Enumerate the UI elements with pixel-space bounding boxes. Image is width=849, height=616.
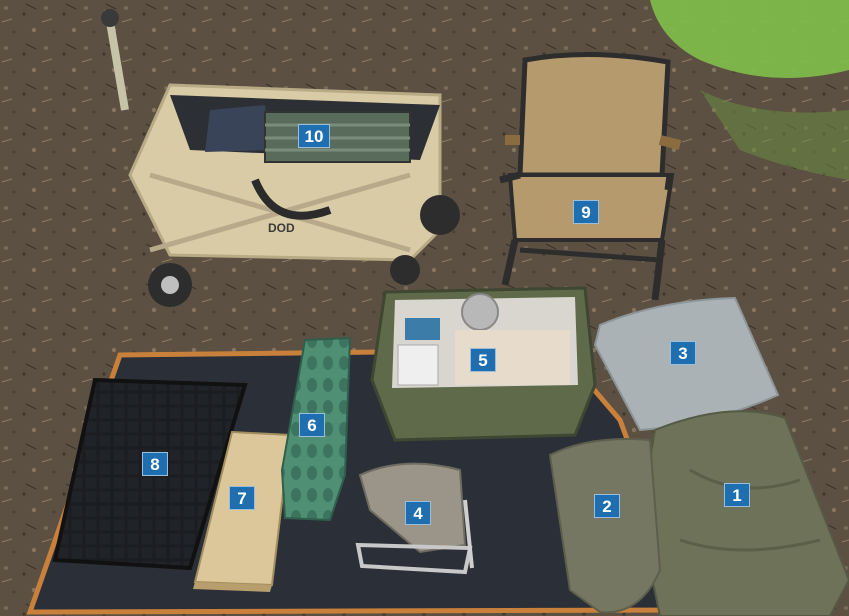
label-6: 6 bbox=[299, 413, 325, 437]
label-1: 1 bbox=[724, 483, 750, 507]
label-8: 8 bbox=[142, 452, 168, 476]
label-3: 3 bbox=[670, 341, 696, 365]
label-2: 2 bbox=[594, 494, 620, 518]
wagon-logo: DOD bbox=[268, 221, 295, 235]
label-4: 4 bbox=[405, 501, 431, 525]
label-5: 5 bbox=[470, 348, 496, 372]
label-7: 7 bbox=[229, 486, 255, 510]
label-9: 9 bbox=[573, 200, 599, 224]
label-10: 10 bbox=[298, 124, 330, 148]
